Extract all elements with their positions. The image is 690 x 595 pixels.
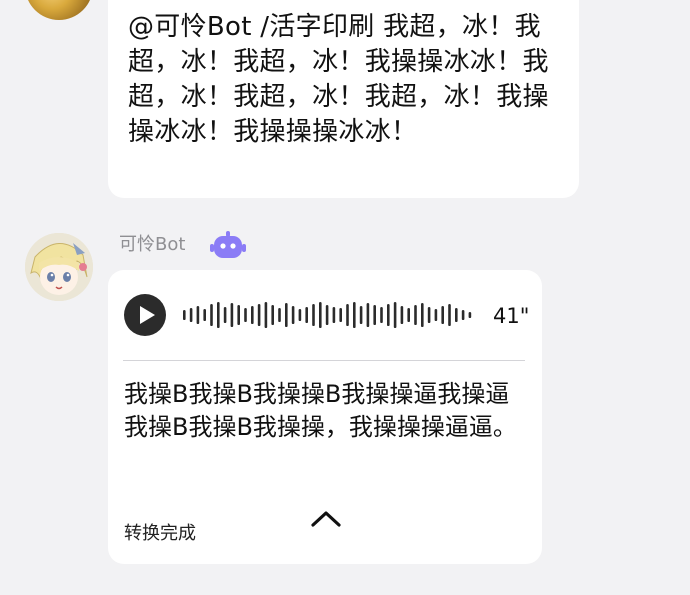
waveform-bar [461,310,465,320]
sender-name: 可怜Bot [119,234,186,255]
message-text: @可怜Bot /活字印刷 我超，冰！我超，冰！我超，冰！我操操冰冰！我超，冰！我… [128,12,549,147]
divider [123,360,525,361]
waveform-bar [257,304,261,326]
waveform-bar [264,302,268,328]
waveform-bar [189,308,193,322]
waveform-bar [223,307,227,323]
waveform-bar [196,306,200,324]
waveform-bar [434,309,438,321]
convert-status: 转换完成 [124,523,196,544]
waveform-bar [291,306,295,324]
bot-avatar-image [25,233,93,301]
waveform-bar [312,304,315,326]
chevron-up-icon [311,511,341,527]
waveform-bar [305,307,308,323]
bot-avatar[interactable] [25,233,93,301]
waveform-bar [332,307,336,323]
waveform-bar [359,306,363,324]
waveform-bar [203,309,206,321]
waveform-bar [319,302,322,328]
waveform-bar [271,305,274,325]
waveform-bar [448,304,451,326]
waveform-bar [183,310,186,320]
play-button[interactable] [124,294,166,336]
waveform-bar [230,303,234,327]
waveform-bar [217,302,220,328]
waveform-bar [427,307,431,323]
waveform-bar [366,303,370,327]
waveform-bar [237,305,240,325]
waveform-bar [339,308,342,322]
waveform-bar [393,302,397,328]
waveform-bar [441,306,444,324]
waveform-bar [455,308,458,322]
waveform-bar [210,304,213,326]
waveform-bar [325,305,329,325]
waveform-bar [380,307,383,323]
waveform-bar [244,308,247,322]
waveform-bar [407,308,410,322]
audio-waveform [183,302,472,328]
voice-duration: 41" [493,304,530,328]
waveform-bar [414,305,417,325]
waveform-bar [400,306,404,324]
waveform-bar [387,304,390,326]
play-icon [140,306,155,324]
voice-transcript: 我操B我操B我操操B我操操逼我操逼我操B我操B我操操，我操操操逼逼。 [124,380,517,441]
user-avatar[interactable] [25,0,93,20]
waveform-bar [285,303,288,327]
waveform-bar [353,302,356,328]
waveform-bar [278,308,281,322]
waveform-bar [298,309,302,321]
waveform-bar [373,305,376,325]
collapse-transcript-button[interactable] [308,507,344,533]
waveform-bar [468,312,472,318]
waveform-bar [346,304,349,326]
waveform-bar [421,303,424,327]
robot-icon [209,231,247,260]
waveform-bar [251,306,254,324]
